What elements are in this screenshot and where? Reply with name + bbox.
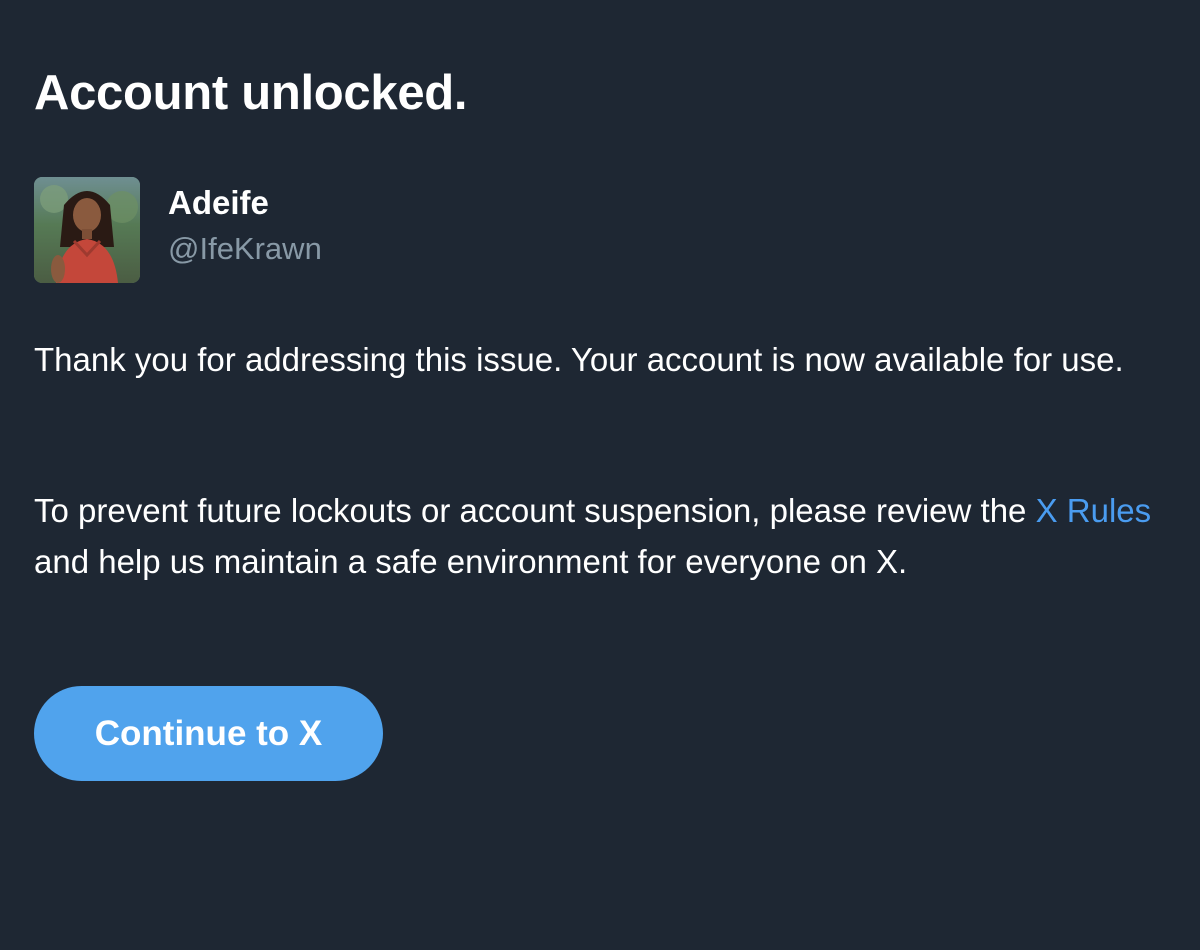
account-info: Adeife @IfeKrawn <box>34 177 634 283</box>
page-title: Account unlocked. <box>34 66 468 120</box>
continue-button[interactable]: Continue to X <box>34 686 383 781</box>
x-rules-link[interactable]: X Rules <box>1036 492 1152 529</box>
rules-text-before: To prevent future lockouts or account su… <box>34 492 1036 529</box>
display-name: Adeife <box>168 184 269 221</box>
username-handle: @IfeKrawn <box>168 231 322 266</box>
rules-paragraph: To prevent future lockouts or account su… <box>34 485 1174 587</box>
user-avatar-photo-icon <box>34 177 140 283</box>
avatar <box>34 177 140 283</box>
rules-text-after: and help us maintain a safe environment … <box>34 543 908 580</box>
message-paragraph: Thank you for addressing this issue. You… <box>34 341 1124 378</box>
account-unlocked-page: Account unlocked. Adeife @IfeKrawn Thank… <box>34 0 1174 950</box>
